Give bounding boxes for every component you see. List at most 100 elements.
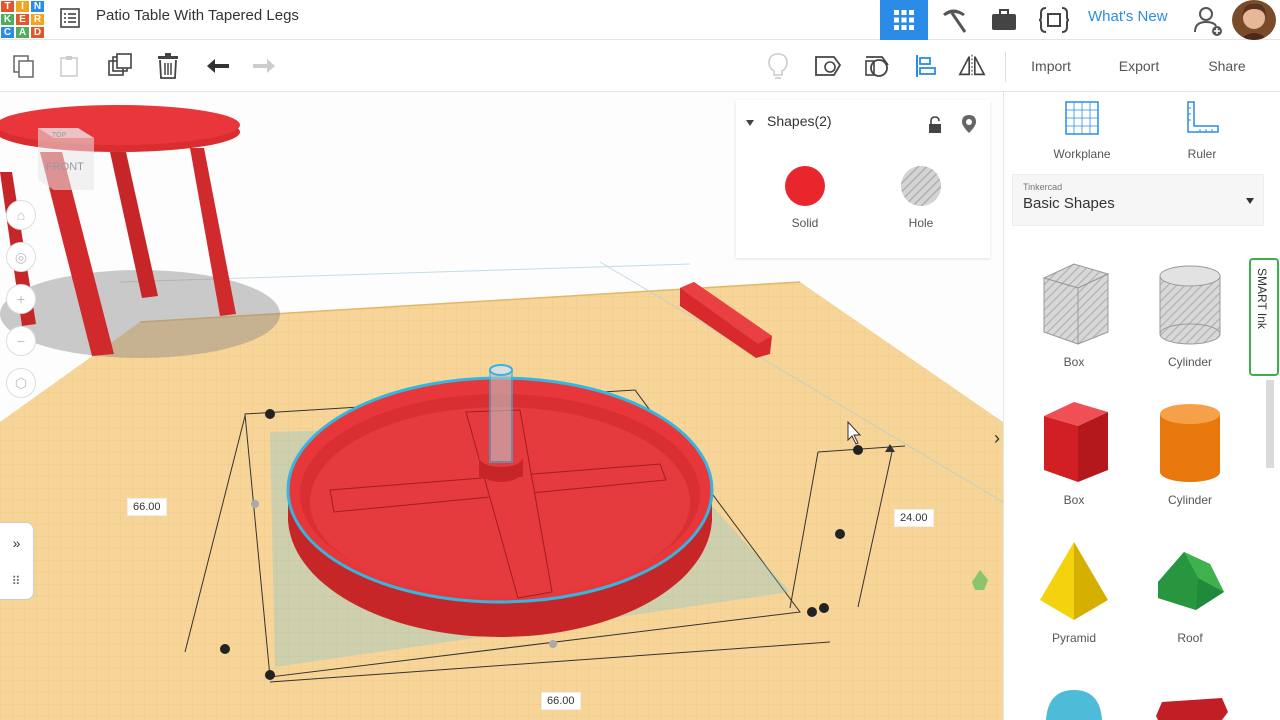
zoom-in-button[interactable]: + <box>6 284 36 314</box>
logo-letter: D <box>30 26 45 39</box>
ruler-tool[interactable]: Ruler <box>1162 100 1242 161</box>
redo-button[interactable] <box>250 52 278 80</box>
export-button[interactable]: Export <box>1104 50 1174 82</box>
panel-scrollbar[interactable] <box>1266 380 1274 468</box>
copy-icon <box>13 55 34 78</box>
design-list-icon[interactable] <box>58 7 82 29</box>
paste-icon <box>60 56 78 77</box>
fit-icon: ◎ <box>14 248 28 265</box>
shape-library-select[interactable]: Tinkercad Basic Shapes <box>1012 174 1264 226</box>
grid-view-button[interactable] <box>880 0 928 40</box>
logo-letter: T <box>0 0 15 13</box>
share-button[interactable]: Share <box>1194 50 1260 82</box>
workplane-icon <box>1065 101 1099 135</box>
paste-button[interactable] <box>56 52 84 80</box>
cylinder-hole-shape[interactable]: Cylinder <box>1140 262 1240 369</box>
box-hole-shape[interactable]: Box <box>1024 262 1124 369</box>
roof-shape[interactable]: Roof <box>1140 538 1240 645</box>
zoom-out-button[interactable]: − <box>6 326 36 356</box>
add-user-icon <box>1194 7 1222 36</box>
redo-icon <box>253 59 275 73</box>
logo-letter: E <box>15 13 30 26</box>
home-view-button[interactable]: ⌂ <box>6 200 36 230</box>
smart-ink-tab[interactable]: SMART Ink <box>1249 258 1279 376</box>
smart-ink-label: SMART Ink <box>1255 268 1269 329</box>
cylinder-icon <box>1160 404 1220 482</box>
collapse-panel-chevron-icon[interactable]: › <box>994 428 1003 452</box>
tinkercad-logo[interactable]: TIN KER CAD <box>0 0 45 40</box>
roof-icon <box>1158 552 1224 610</box>
code-blocks-icon <box>1038 7 1070 33</box>
briefcase-button[interactable] <box>980 0 1028 40</box>
align-button[interactable] <box>912 52 940 80</box>
group-icon <box>815 56 842 76</box>
box-shape[interactable]: Box <box>1024 400 1124 507</box>
ruler-icon <box>1187 101 1219 133</box>
chevron-down-icon[interactable] <box>744 118 756 128</box>
width-dimension-label[interactable]: 66.00 <box>127 498 167 516</box>
shape-label: Box <box>1063 355 1085 369</box>
design-title[interactable]: Patio Table With Tapered Legs <box>96 7 299 24</box>
library-category: Tinkercad <box>1023 182 1063 192</box>
toolbar: Import Export Share <box>0 40 1280 92</box>
pickaxe-button[interactable] <box>930 0 978 40</box>
library-name: Basic Shapes <box>1023 195 1115 212</box>
shape-label: Cylinder <box>1167 355 1212 369</box>
viewcube-top-label: TOP <box>52 132 67 139</box>
duplicate-button[interactable] <box>106 52 134 80</box>
zoom-out-icon: − <box>16 333 26 349</box>
copy-button[interactable] <box>10 52 38 80</box>
ruler-label: Ruler <box>1187 147 1217 161</box>
viewcube-front-label: FRONT <box>46 161 84 173</box>
whats-new-link[interactable]: What's New <box>1088 8 1168 25</box>
light-icon[interactable] <box>961 114 977 134</box>
fit-view-button[interactable]: ◎ <box>6 242 36 272</box>
hole-label: Hole <box>908 216 934 230</box>
grid-view-icon <box>894 10 914 30</box>
duplicate-icon <box>108 53 132 76</box>
code-blocks-button[interactable] <box>1030 0 1078 40</box>
logo-letter: N <box>30 0 45 13</box>
box-icon <box>1044 402 1108 482</box>
logo-letter: I <box>15 0 30 13</box>
depth-dimension-label[interactable]: 66.00 <box>541 692 581 710</box>
lightbulb-icon <box>768 53 788 79</box>
group-button[interactable] <box>814 52 842 80</box>
box-hole-icon <box>1042 263 1110 345</box>
ungroup-button[interactable] <box>864 52 892 80</box>
hole-swatch <box>901 166 941 206</box>
pyramid-icon <box>1040 542 1108 620</box>
logo-letter: A <box>15 26 30 39</box>
shape-label: Pyramid <box>1051 631 1096 645</box>
shape-label: Box <box>1063 493 1085 507</box>
pyramid-shape[interactable]: Pyramid <box>1024 538 1124 645</box>
mirror-button[interactable] <box>958 52 986 80</box>
add-user-button[interactable] <box>1184 0 1232 40</box>
avatar[interactable] <box>1232 0 1276 40</box>
expand-panel-handle[interactable]: » ⠿ <box>0 522 34 600</box>
solid-option[interactable]: Solid <box>775 166 835 230</box>
pickaxe-icon <box>943 9 967 33</box>
cylinder-shape[interactable]: Cylinder <box>1140 400 1240 507</box>
workplane-label: Workplane <box>1053 147 1111 161</box>
hole-option[interactable]: Hole <box>891 166 951 230</box>
logo-letter: K <box>0 13 15 26</box>
lock-icon[interactable] <box>928 116 942 134</box>
solid-swatch <box>785 166 825 206</box>
import-button[interactable]: Import <box>1018 50 1084 82</box>
ungroup-icon <box>865 56 889 77</box>
delete-button[interactable] <box>154 52 182 80</box>
undo-icon <box>207 59 229 73</box>
workplane-tool[interactable]: Workplane <box>1042 100 1122 161</box>
logo-letter: C <box>0 26 15 39</box>
light-button[interactable] <box>764 52 792 80</box>
inspector-title: Shapes(2) <box>767 113 832 129</box>
briefcase-icon <box>992 9 1016 30</box>
undo-button[interactable] <box>204 52 232 80</box>
height-dimension-label[interactable]: 24.00 <box>894 509 934 527</box>
view-cube[interactable]: TOP FRONT <box>34 120 98 192</box>
cylinder-hole-icon <box>1159 265 1221 345</box>
cube-icon: ⬡ <box>14 374 28 391</box>
logo-letter: R <box>30 13 45 26</box>
perspective-button[interactable]: ⬡ <box>6 368 36 398</box>
